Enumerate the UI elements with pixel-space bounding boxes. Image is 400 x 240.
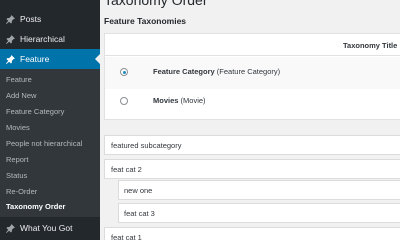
pin-icon [0,54,20,64]
table-row[interactable]: Movies (Movie) [105,86,400,118]
section-title: Feature Taxonomies [104,16,187,26]
taxonomy-radio[interactable] [120,68,128,76]
taxonomy-label: Feature Category (Feature Category) [153,67,280,76]
submenu-item-feature-category[interactable]: Feature Category [6,107,64,116]
feature-submenu: Feature Add New Feature Category Movies … [0,69,100,217]
submenu-item-re-order[interactable]: Re-Order [6,187,37,196]
taxonomy-label: Movies (Movie) [153,96,206,105]
admin-sidebar: Posts Hierarchical Feature Feature Add N… [0,0,100,240]
taxonomy-radio[interactable] [120,97,128,105]
submenu-item-report[interactable]: Report [6,155,29,164]
taxonomy-slug: (Feature Category) [216,67,281,76]
submenu-item-feature[interactable]: Feature [6,75,32,84]
submenu-item-add-new[interactable]: Add New [6,91,36,100]
term-item-feat-cat-2[interactable]: feat cat 2 [104,159,400,179]
term-item-feat-cat-3[interactable]: feat cat 3 [118,203,400,223]
taxonomy-name: Feature Category [153,67,215,76]
submenu-item-status[interactable]: Status [6,171,27,180]
submenu-item-movies[interactable]: Movies [6,123,30,132]
submenu-item-taxonomy-order[interactable]: Taxonomy Order [6,202,65,211]
column-header-taxonomy-title: Taxonomy Title [343,41,398,50]
term-item-new-one[interactable]: new one [118,180,400,200]
menu-item-what-you-got[interactable]: What You Got [0,218,100,238]
menu-item-label: Posts [20,14,42,24]
pin-icon [0,34,20,44]
page-title: Taxonomy Order [104,0,208,8]
menu-item-hierarchical[interactable]: Hierarchical [0,29,100,49]
menu-item-posts[interactable]: Posts [0,9,100,29]
menu-item-label: Hierarchical [20,34,65,44]
term-item-feat-cat-1[interactable]: feat cat 1 [104,227,400,240]
taxonomy-name: Movies [153,96,179,105]
menu-item-label: What You Got [20,223,73,233]
table-row[interactable]: Feature Category (Feature Category) [105,57,400,89]
pin-icon [0,223,20,233]
menu-item-feature[interactable]: Feature [0,49,100,69]
table-header: Taxonomy Title [105,34,400,56]
taxonomy-slug: (Movie) [180,96,206,105]
pin-icon [0,14,20,24]
menu-item-label: Feature [20,54,50,64]
submenu-item-people[interactable]: People not hierarchical [6,139,82,148]
term-item-featured-subcategory[interactable]: featured subcategory [104,135,400,155]
taxonomy-table: Taxonomy Title Feature Category (Feature… [104,33,400,120]
